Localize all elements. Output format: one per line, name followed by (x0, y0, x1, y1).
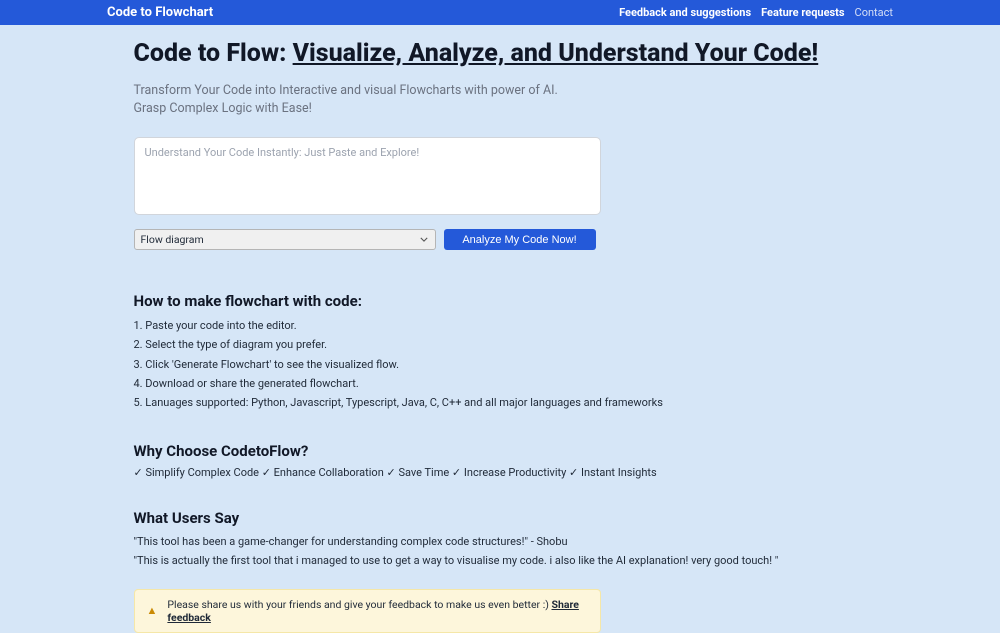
users-title: What Users Say (134, 509, 867, 527)
code-input[interactable] (134, 137, 601, 215)
how-title: How to make flowchart with code: (134, 292, 867, 310)
warning-icon: ▲ (147, 604, 158, 617)
how-section: How to make flowchart with code: 1. Past… (134, 292, 867, 412)
how-step: 3. Click 'Generate Flowchart' to see the… (134, 355, 867, 374)
how-step: 4. Download or share the generated flowc… (134, 374, 867, 393)
testimonial: "This is actually the first tool that i … (134, 552, 867, 571)
how-steps: 1. Paste your code into the editor. 2. S… (134, 316, 867, 412)
testimonial: "This tool has been a game-changer for u… (134, 533, 867, 552)
main-content: Code to Flow: Visualize, Analyze, and Un… (134, 25, 867, 633)
how-step: 1. Paste your code into the editor. (134, 316, 867, 335)
select-value: Flow diagram (141, 233, 204, 246)
why-section: Why Choose CodetoFlow? ✓ Simplify Comple… (134, 442, 867, 479)
why-title: Why Choose CodetoFlow? (134, 442, 867, 460)
how-step: 2. Select the type of diagram you prefer… (134, 335, 867, 354)
nav-feedback[interactable]: Feedback and suggestions (619, 6, 751, 19)
controls-row: Flow diagram Analyze My Code Now! (134, 229, 867, 250)
nav-links: Feedback and suggestions Feature request… (619, 6, 893, 19)
title-prefix: Code to Flow: (134, 39, 293, 68)
why-text: ✓ Simplify Complex Code ✓ Enhance Collab… (134, 466, 867, 479)
notice-prefix: Please share us with your friends and gi… (167, 598, 551, 611)
diagram-type-select[interactable]: Flow diagram (134, 229, 436, 250)
feedback-notice: ▲ Please share us with your friends and … (134, 589, 601, 633)
top-header: Code to Flowchart Feedback and suggestio… (0, 0, 1000, 25)
how-step: 5. Lanuages supported: Python, Javascrip… (134, 393, 867, 412)
notice-text: Please share us with your friends and gi… (167, 598, 587, 624)
nav-contact[interactable]: Contact (855, 6, 893, 19)
title-underlined: Visualize, Analyze, and Understand Your … (293, 39, 819, 68)
page-title: Code to Flow: Visualize, Analyze, and Un… (134, 39, 867, 70)
subtitle: Transform Your Code into Interactive and… (134, 82, 594, 120)
brand-title[interactable]: Code to Flowchart (107, 5, 213, 20)
users-section: What Users Say "This tool has been a gam… (134, 509, 867, 570)
chevron-down-icon (419, 235, 429, 245)
nav-feature-requests[interactable]: Feature requests (761, 6, 844, 19)
analyze-button[interactable]: Analyze My Code Now! (444, 229, 596, 250)
